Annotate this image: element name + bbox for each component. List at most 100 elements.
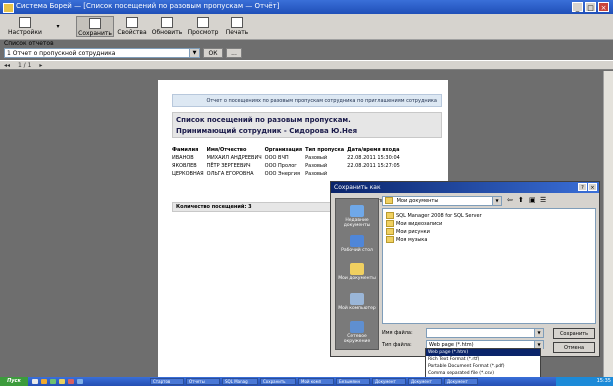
column-header: Имя/Отчество bbox=[206, 147, 247, 153]
report-table: Фамилия Имя/Отчество Организация Тип про… bbox=[172, 146, 403, 178]
computer-icon bbox=[350, 293, 364, 305]
app-icon bbox=[3, 3, 14, 13]
recent-docs-icon bbox=[350, 205, 364, 217]
column-header: Дата/время входа bbox=[347, 147, 400, 153]
filename-input[interactable]: ▼ bbox=[426, 328, 544, 338]
filetype-option[interactable]: Comma separated file (*.csv) bbox=[426, 370, 540, 377]
filetype-label: Тип файла: bbox=[382, 342, 412, 348]
taskbar-task[interactable]: Мой комп bbox=[298, 378, 334, 385]
next-page-icon[interactable]: ▸ bbox=[39, 62, 42, 69]
filetype-option-selected[interactable]: Web page (*.htm) bbox=[426, 349, 540, 356]
list-item[interactable]: Моя музыка bbox=[386, 236, 427, 243]
list-item[interactable]: SQL Manager 2008 for SQL Server bbox=[386, 212, 482, 219]
table-cell: ОЛЬГА ЕГОРОВНА bbox=[206, 171, 254, 177]
quicklaunch-folder-icon[interactable] bbox=[59, 379, 65, 384]
table-cell bbox=[347, 170, 403, 178]
table-cell: Разовый bbox=[305, 163, 328, 169]
table-cell: МИХАИЛ АНДРЕЕВИЧ bbox=[206, 155, 262, 161]
refresh-button[interactable]: Обновить bbox=[150, 16, 184, 37]
folder-icon bbox=[386, 228, 394, 235]
dialog-save-button[interactable]: Сохранить bbox=[553, 328, 595, 339]
taskbar-task[interactable]: Документ bbox=[444, 378, 478, 385]
taskbar-task[interactable]: Документ bbox=[408, 378, 442, 385]
taskbar-task[interactable]: Безымянн bbox=[336, 378, 370, 385]
filetype-option[interactable]: Rich Text Format (*.rtf) bbox=[426, 356, 540, 363]
quicklaunch-media-icon[interactable] bbox=[68, 379, 74, 384]
folder-icon bbox=[386, 220, 394, 227]
report-extra-button[interactable]: ... bbox=[226, 48, 242, 58]
system-tray: 15:35 bbox=[556, 377, 613, 386]
report-title-box: Список посещений по разовым пропускам. П… bbox=[172, 112, 442, 138]
table-cell: ЦЕРКОВНАЯ bbox=[172, 171, 204, 177]
report-select[interactable]: 1 Отчет о пропускной сотрудника ▼ bbox=[4, 48, 200, 58]
properties-button[interactable]: Свойства bbox=[116, 16, 148, 37]
place-network[interactable]: Сетевое окружение bbox=[336, 321, 378, 344]
table-cell: ООО Пролог bbox=[264, 163, 297, 169]
window-title-bar: Система Борей — [Список посещений по раз… bbox=[0, 0, 613, 14]
column-header: Организация bbox=[264, 147, 303, 153]
table-header: Фамилия Имя/Отчество Организация Тип про… bbox=[172, 146, 403, 154]
page-counter: 1 / 1 bbox=[17, 62, 32, 69]
taskbar-task[interactable]: Стартов bbox=[150, 378, 184, 385]
preview-button[interactable]: Просмотр bbox=[186, 16, 220, 37]
table-cell: ООО ВЧП bbox=[264, 155, 289, 161]
place-my-documents[interactable]: Мои документы bbox=[336, 263, 378, 281]
filetype-option[interactable]: Portable Document Format (*.pdf) bbox=[426, 363, 540, 370]
place-my-computer[interactable]: Мой компьютер bbox=[336, 293, 378, 311]
settings-icon bbox=[19, 17, 31, 28]
maximize-button[interactable]: □ bbox=[585, 2, 596, 12]
up-folder-icon[interactable]: ⬆ bbox=[518, 196, 524, 204]
table-cell: Разовый bbox=[305, 155, 328, 161]
refresh-icon bbox=[161, 17, 173, 28]
folder-select[interactable]: Мои документы ▼ bbox=[382, 196, 502, 206]
dialog-close-button[interactable]: × bbox=[588, 183, 597, 191]
list-item[interactable]: Мои видеозаписи bbox=[386, 220, 442, 227]
place-recent[interactable]: Недавние документы bbox=[336, 205, 378, 228]
help-button[interactable]: ? bbox=[578, 183, 587, 191]
report-list-label: Список отчетов bbox=[4, 40, 54, 47]
network-icon bbox=[350, 321, 364, 333]
dialog-title: Сохранить как bbox=[334, 184, 381, 191]
desktop-icon bbox=[350, 235, 364, 247]
close-button[interactable]: × bbox=[598, 2, 609, 12]
table-cell: ЯКОВЛЕВ bbox=[172, 163, 197, 169]
table-row: ИВАНОВ МИХАИЛ АНДРЕЕВИЧ ООО ВЧП Разовый … bbox=[172, 154, 403, 162]
first-page-icon[interactable]: ◂◂ bbox=[4, 62, 10, 69]
taskbar-task[interactable]: Сохранить bbox=[260, 378, 296, 385]
table-cell: ИВАНОВ bbox=[172, 155, 194, 161]
back-icon[interactable]: ⇦ bbox=[507, 196, 513, 204]
settings-button[interactable]: Настройки bbox=[4, 16, 46, 37]
taskbar-task[interactable]: Отчеты bbox=[186, 378, 220, 385]
place-desktop[interactable]: Рабочий стол bbox=[336, 235, 378, 253]
folder-icon bbox=[385, 197, 393, 204]
save-button[interactable]: Сохранить bbox=[76, 16, 114, 37]
main-toolbar: Настройки ▾ Сохранить Свойства Обновить … bbox=[0, 14, 613, 40]
minimize-button[interactable]: _ bbox=[572, 2, 583, 12]
printer-icon bbox=[231, 17, 243, 28]
report-ok-button[interactable]: ОК bbox=[203, 48, 223, 58]
table-cell: Разовый bbox=[305, 171, 328, 177]
table-cell: ООО Энергия bbox=[264, 171, 300, 177]
filename-label: Имя файла: bbox=[382, 330, 413, 336]
quicklaunch-mail-icon[interactable] bbox=[77, 379, 83, 384]
quicklaunch-browser-icon[interactable] bbox=[41, 379, 47, 384]
save-as-dialog: Сохранить как ? × Папка: Мои документы ▼… bbox=[330, 181, 600, 357]
view-menu-icon[interactable]: ☰ bbox=[540, 196, 546, 204]
floppy-icon bbox=[89, 18, 101, 29]
dropdown-arrow-button[interactable]: ▾ bbox=[48, 16, 68, 37]
print-button[interactable]: Печать bbox=[222, 16, 252, 37]
dialog-cancel-button[interactable]: Отмена bbox=[553, 342, 595, 353]
column-header: Тип пропуска bbox=[305, 147, 345, 153]
list-item[interactable]: Мои рисунки bbox=[386, 228, 430, 235]
report-title: Список посещений по разовым пропускам. bbox=[176, 116, 351, 124]
vertical-scrollbar[interactable] bbox=[603, 71, 613, 377]
quicklaunch-desktop-icon[interactable] bbox=[32, 379, 38, 384]
quicklaunch-app-icon[interactable] bbox=[50, 379, 56, 384]
start-button[interactable]: Пуск bbox=[0, 377, 28, 386]
window-title: Система Борей — [Список посещений по раз… bbox=[16, 2, 280, 10]
properties-icon bbox=[126, 17, 138, 28]
taskbar-task[interactable]: SQL Manag bbox=[222, 378, 258, 385]
new-folder-icon[interactable]: ▣ bbox=[529, 196, 536, 204]
table-cell: 22.08.2011 15:27:05 bbox=[347, 163, 400, 169]
taskbar-task[interactable]: Документ bbox=[372, 378, 406, 385]
